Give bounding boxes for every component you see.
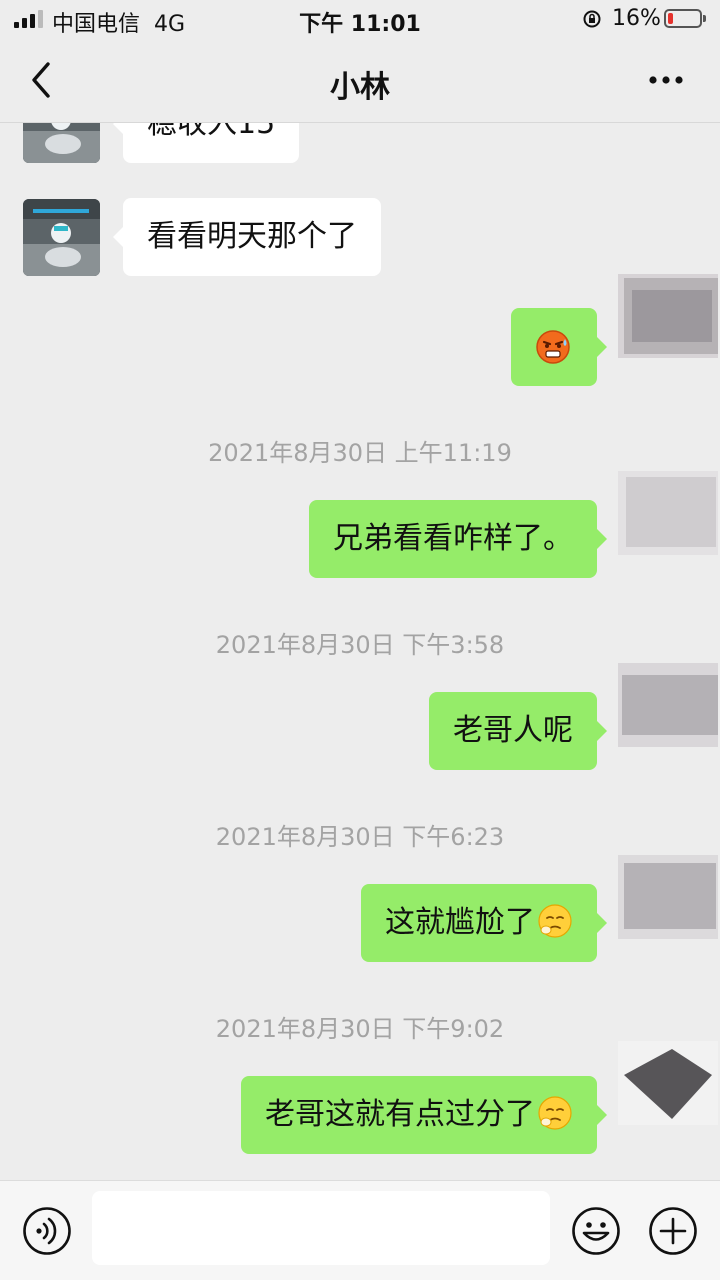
message-timestamp: 2021年8月30日 下午6:23 bbox=[215, 823, 505, 851]
sent-message-bubble[interactable]: 兄弟看看咋样了。 bbox=[309, 500, 607, 578]
awkward-emoji-icon bbox=[538, 1095, 572, 1130]
voice-button[interactable] bbox=[22, 1206, 72, 1256]
angry-sweat-emoji-icon bbox=[536, 330, 570, 364]
message-text: 老哥这就有点过分了 bbox=[265, 1097, 535, 1132]
received-message-bubble[interactable]: 看看明天那个了 bbox=[113, 198, 381, 276]
sent-message-bubble[interactable]: 老哥这就有点过分了 bbox=[241, 1076, 607, 1154]
chat-title: 小林 bbox=[330, 70, 390, 105]
status-bar: 中国电信 4G 下午 11:01 16% bbox=[0, 0, 720, 40]
voice-icon bbox=[23, 1207, 71, 1255]
message-text: 看看明天那个了 bbox=[147, 219, 357, 254]
rotation-lock-icon bbox=[583, 10, 601, 28]
plus-icon bbox=[649, 1207, 697, 1255]
smiley-icon bbox=[572, 1207, 620, 1255]
chat-input-bar bbox=[0, 1180, 720, 1280]
chat-header: 小林 bbox=[0, 40, 720, 123]
message-text: 稳收入15 bbox=[147, 123, 276, 141]
received-message-bubble[interactable]: 稳收入15 bbox=[112, 123, 300, 163]
contact-avatar[interactable] bbox=[23, 123, 100, 163]
redacted-avatar bbox=[618, 1041, 718, 1125]
message-text: 老哥人呢 bbox=[453, 713, 573, 748]
more-functions-button[interactable] bbox=[648, 1206, 698, 1256]
sent-message-bubble[interactable]: 老哥人呢 bbox=[429, 692, 607, 770]
awkward-emoji-icon bbox=[538, 903, 572, 938]
sent-message-bubble[interactable]: 这就尴尬了 bbox=[361, 884, 607, 962]
message-timestamp: 2021年8月30日 上午11:19 bbox=[208, 439, 512, 467]
redacted-avatar bbox=[618, 471, 718, 555]
redacted-avatar bbox=[618, 274, 718, 358]
battery-icon bbox=[664, 9, 706, 28]
message-timestamp: 2021年8月30日 下午3:58 bbox=[215, 631, 505, 659]
redacted-avatar bbox=[618, 855, 718, 939]
message-list[interactable]: 稳收入15 看看明天那个了 2021年8月30日 上午11:19 兄弟看看咋样了… bbox=[0, 123, 720, 1180]
message-text: 兄弟看看咋样了。 bbox=[333, 521, 573, 556]
message-text: 这就尴尬了 bbox=[385, 905, 535, 940]
more-options-button[interactable] bbox=[640, 68, 690, 92]
message-input[interactable] bbox=[92, 1191, 550, 1265]
emoji-button[interactable] bbox=[571, 1206, 621, 1256]
contact-avatar[interactable] bbox=[23, 199, 100, 276]
battery-percent: 16% bbox=[612, 6, 661, 31]
ellipsis-icon bbox=[649, 76, 683, 84]
battery-level bbox=[668, 13, 673, 24]
sent-message-bubble[interactable] bbox=[511, 308, 607, 386]
redacted-avatar bbox=[618, 663, 718, 747]
